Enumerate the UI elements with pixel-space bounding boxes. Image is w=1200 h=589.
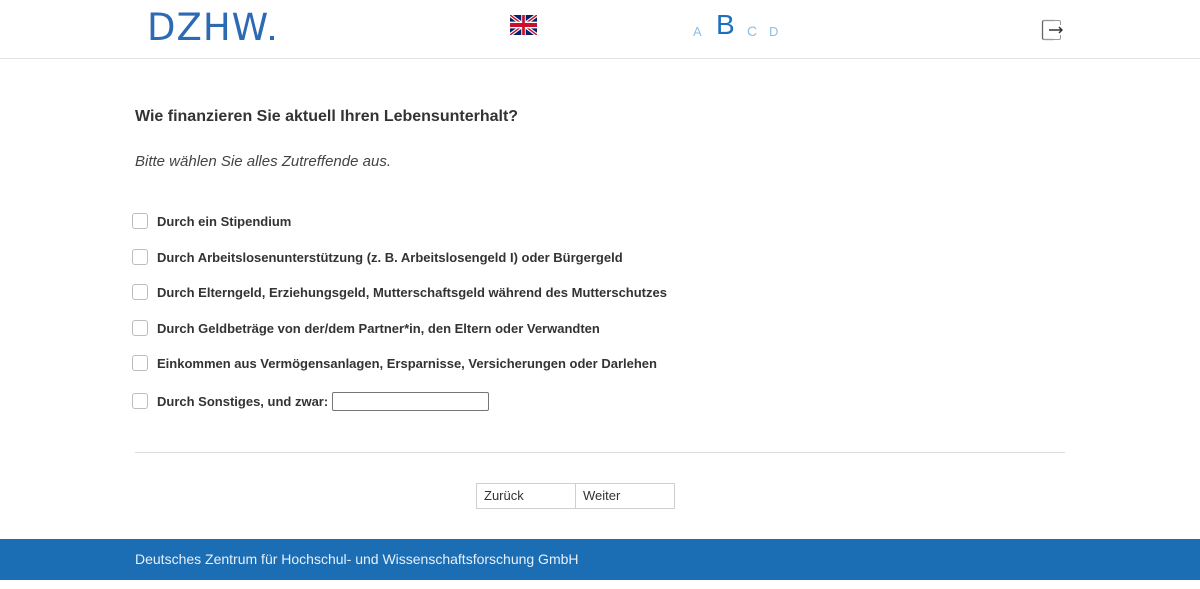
logo-text: DZHW [147, 6, 270, 49]
logo-dot [270, 36, 275, 40]
question-instruction: Bitte wählen Sie alles Zutreffende aus. [135, 153, 391, 170]
divider [135, 452, 1065, 453]
option-sonstiges[interactable]: Durch Sonstiges, und zwar: [132, 391, 490, 411]
checkbox[interactable] [132, 320, 148, 336]
option-label: Durch Arbeitslosenunterstützung (z. B. A… [157, 249, 623, 265]
option-elterngeld[interactable]: Durch Elterngeld, Erziehungsgeld, Mutter… [132, 282, 667, 302]
checkbox[interactable] [132, 355, 148, 371]
uk-flag-icon[interactable] [510, 15, 537, 35]
back-button[interactable]: Zurück [477, 484, 575, 508]
sonstiges-text-input[interactable] [332, 391, 490, 411]
option-label: Einkommen aus Vermögensanlagen, Ersparni… [157, 355, 657, 371]
option-label: Durch Geldbeträge von der/dem Partner*in… [157, 320, 600, 336]
dzhw-logo[interactable]: DZHW [147, 6, 275, 50]
font-size-a[interactable]: A [693, 24, 702, 39]
next-button[interactable]: Weiter [575, 484, 673, 508]
option-arbeitslosenunterstuetzung[interactable]: Durch Arbeitslosenunterstützung (z. B. A… [132, 247, 623, 267]
font-size-b[interactable]: B [716, 9, 735, 41]
checkbox[interactable] [132, 249, 148, 265]
footer: Deutsches Zentrum für Hochschul- und Wis… [0, 539, 1200, 580]
footer-text: Deutsches Zentrum für Hochschul- und Wis… [135, 551, 579, 567]
font-size-d[interactable]: D [769, 24, 778, 39]
logout-icon[interactable] [1041, 19, 1063, 41]
option-vermoegensanlagen[interactable]: Einkommen aus Vermögensanlagen, Ersparni… [132, 353, 657, 373]
option-stipendium[interactable]: Durch ein Stipendium [132, 211, 291, 231]
checkbox[interactable] [132, 213, 148, 229]
question-title: Wie finanzieren Sie aktuell Ihren Lebens… [135, 108, 519, 125]
navigation-buttons: Zurück Weiter [476, 483, 675, 509]
option-label: Durch Sonstiges, und zwar: [157, 393, 329, 409]
option-label: Durch Elterngeld, Erziehungsgeld, Mutter… [157, 284, 667, 300]
font-size-c[interactable]: C [747, 23, 757, 39]
option-label: Durch ein Stipendium [157, 213, 292, 229]
checkbox[interactable] [132, 284, 148, 300]
checkbox[interactable] [132, 393, 148, 409]
header: DZHW A B C D [0, 0, 1200, 59]
option-geldbetraege[interactable]: Durch Geldbeträge von der/dem Partner*in… [132, 318, 600, 338]
